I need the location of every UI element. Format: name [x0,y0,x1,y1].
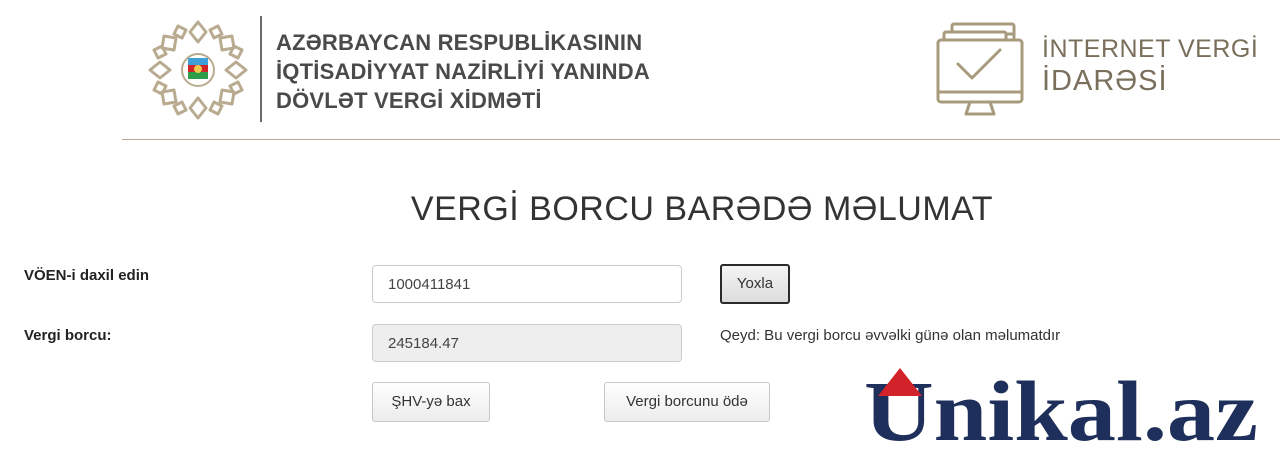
page-title: VERGİ BORCU BARƏDƏ MƏLUMAT [410,190,994,228]
org-name-line-2: İQTİSADİYYAT NAZİRLİYİ YANINDA [276,59,650,84]
site-header: AZƏRBAYCAN RESPUBLİKASININ İQTİSADİYYAT … [0,0,1280,140]
brand-name: İNTERNET VERGİ İDARƏSİ [1042,34,1258,98]
watermark-text: Unikal.az [864,363,1258,456]
org-name-line-1: AZƏRBAYCAN RESPUBLİKASININ [276,30,643,55]
voen-label: VÖEN-i daxil edin [24,267,150,284]
org-name: AZƏRBAYCAN RESPUBLİKASININ İQTİSADİYYAT … [276,28,650,115]
debt-label: Vergi borcu: [24,327,112,344]
view-shv-button[interactable]: ŞHV-yə bax [372,382,490,422]
header-rule [122,139,1280,140]
unikal-watermark: Unikal.az [864,363,1258,456]
state-emblem-icon [148,20,248,120]
debt-field [372,324,682,362]
brand-line-2: İDARƏSİ [1042,65,1168,97]
monitor-check-icon [936,22,1024,116]
pay-debt-button[interactable]: Vergi borcunu ödə [604,382,770,422]
debt-note: Qeyd: Bu vergi borcu əvvəlki günə olan m… [720,327,1061,344]
voen-input[interactable] [372,265,682,303]
header-divider [260,16,262,122]
check-button[interactable]: Yoxla [720,264,790,304]
brand-line-1: İNTERNET VERGİ [1042,35,1259,63]
org-name-line-3: DÖVLƏT VERGİ XİDMƏTİ [276,88,542,113]
